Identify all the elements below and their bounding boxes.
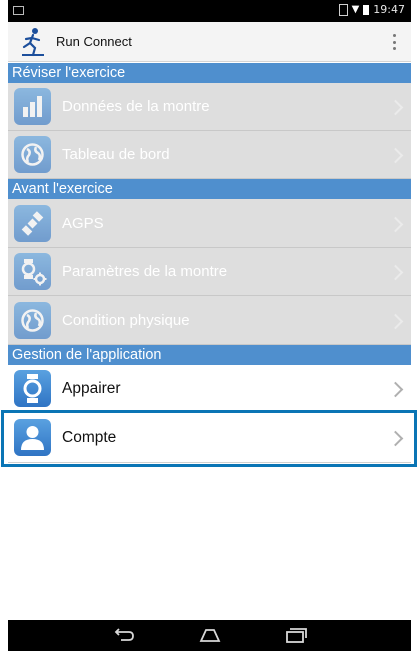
wifi-icon: ▼ [351,3,360,15]
list-item-label: Données de la montre [62,98,210,115]
status-bar: ▼ 19:47 [8,0,411,22]
status-indicators: ▼ 19:47 [338,3,405,16]
chevron-right-icon [387,313,404,330]
list-item-agps[interactable]: AGPS [8,199,411,248]
battery-icon [363,4,370,15]
back-icon[interactable] [112,627,136,644]
chevron-right-icon [387,381,404,398]
list-item-label: Paramètres de la montre [62,263,228,280]
bar-chart-icon [14,88,51,125]
recent-apps-icon[interactable] [284,627,308,644]
list-item-label: AGPS [62,215,104,232]
section-header-review: Réviser l'exercice [8,63,411,83]
chevron-right-icon [387,264,404,281]
list-item-fitness[interactable]: Condition physique [8,296,411,345]
app-bar: Run Connect [8,22,411,62]
section-header-app-management: Gestion de l'application [8,345,411,365]
chevron-right-icon [387,99,404,116]
globe-icon [14,136,51,173]
list-item-watch-data[interactable]: Données de la montre [8,83,411,131]
watch-icon [14,370,51,407]
list-item-label: Tableau de bord [62,146,170,163]
status-time: 19:47 [373,3,405,16]
watch-settings-icon [14,253,51,290]
chevron-right-icon [387,147,404,164]
selection-highlight-frame [1,410,417,467]
navigation-bar [8,620,411,651]
globe-icon [14,302,51,339]
section-header-before: Avant l'exercice [8,179,411,199]
overflow-menu-icon[interactable] [393,34,397,50]
list-item-dashboard[interactable]: Tableau de bord [8,131,411,179]
list-item-pair[interactable]: Appairer [8,365,411,413]
runner-logo-icon [22,28,44,57]
satellite-icon [14,205,51,242]
list-item-label: Condition physique [62,312,190,329]
list-item-label: Appairer [62,380,121,397]
notification-icon [13,6,24,15]
chevron-right-icon [387,216,404,233]
phone-screen: ▼ 19:47 Run Connect Réviser l'exercice D… [0,0,420,651]
app-title: Run Connect [56,34,132,49]
home-icon[interactable] [198,627,222,644]
sim-icon [338,3,348,16]
list-item-watch-settings[interactable]: Paramètres de la montre [8,248,411,296]
